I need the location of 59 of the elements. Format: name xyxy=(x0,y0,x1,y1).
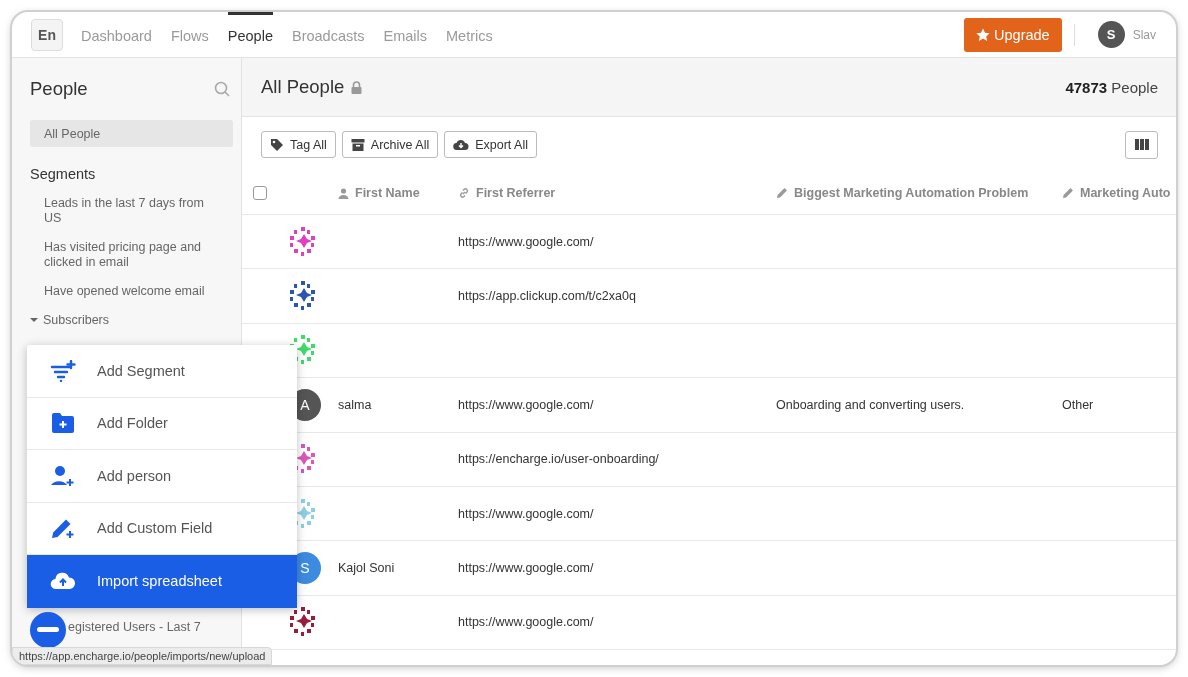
action-button[interactable]: Export All xyxy=(444,131,537,158)
menu-item[interactable]: Import spreadsheet xyxy=(27,555,297,608)
page-title: All People xyxy=(261,76,345,98)
person-add-icon xyxy=(50,464,76,487)
menu-item[interactable]: Add person xyxy=(27,450,297,503)
table-cell: https://encharge.io/user-onboarding/ xyxy=(458,452,659,467)
cloud-download-icon xyxy=(453,138,470,151)
table-cell: https://www.google.com/ xyxy=(458,234,594,249)
search-icon xyxy=(214,81,230,97)
table-cell: Kajol Soni xyxy=(338,561,395,576)
user-avatar[interactable]: S xyxy=(1097,21,1125,48)
menu-item[interactable]: Add Folder xyxy=(27,397,297,450)
table-cell: https://www.google.com/ xyxy=(458,506,594,521)
star-icon xyxy=(976,27,991,42)
people-count: 47873 People xyxy=(1065,78,1158,96)
upgrade-button[interactable]: Upgrade xyxy=(964,17,1062,52)
user-name[interactable]: Slav xyxy=(1132,27,1156,42)
minus-icon xyxy=(37,627,59,633)
filter-add-icon xyxy=(50,359,76,382)
cloud-upload-icon xyxy=(50,571,76,592)
table-cell: https://www.google.com/ xyxy=(458,615,594,630)
caret-down-icon xyxy=(30,316,38,324)
menu-item[interactable]: Add Segment xyxy=(27,345,297,398)
folder-add-icon xyxy=(50,412,76,435)
column-header[interactable]: Marketing Auto xyxy=(1055,186,1176,200)
segment-item[interactable]: Has visited pricing page and clicked in email xyxy=(30,240,233,270)
column-header[interactable]: First Name xyxy=(330,186,450,200)
table-cell: Onboarding and converting users. xyxy=(776,397,965,412)
nav-tab[interactable]: Dashboard xyxy=(81,12,152,57)
segment-item[interactable]: egistered Users - Last 7 xyxy=(68,620,201,634)
tag-icon xyxy=(270,137,284,152)
link-icon xyxy=(458,187,470,199)
nav-tab[interactable]: Metrics xyxy=(446,12,493,57)
logo[interactable]: En xyxy=(31,18,63,51)
column-header[interactable]: Biggest Marketing Automation Problem xyxy=(768,186,1055,200)
section-title: Segments xyxy=(30,166,97,182)
person-icon xyxy=(338,187,349,199)
table-cell: https://www.google.com/ xyxy=(458,397,594,412)
table-cell: Other xyxy=(1062,397,1094,412)
table-cell: https://www.google.com/ xyxy=(458,561,594,576)
nav-tab[interactable]: Broadcasts xyxy=(291,12,365,57)
segment-item[interactable]: Leads in the last 7 days from US xyxy=(30,196,233,226)
select-all-checkbox[interactable] xyxy=(253,186,267,200)
pencil-icon xyxy=(1062,187,1074,199)
action-button[interactable]: Archive All xyxy=(341,131,439,158)
table-cell: https://app.clickup.com/t/c2xa0q xyxy=(458,289,636,304)
sidebar-title: People xyxy=(30,78,88,100)
segment-item[interactable]: Have opened welcome email xyxy=(30,284,233,299)
columns-button[interactable] xyxy=(1125,130,1158,159)
table-cell: salma xyxy=(338,397,372,412)
nav-tab[interactable]: Emails xyxy=(383,12,428,57)
folder-item[interactable]: Subscribers xyxy=(30,313,233,327)
column-header[interactable]: First Referrer xyxy=(450,186,768,200)
url-tooltip: https://app.encharge.io/people/imports/new/upload xyxy=(12,647,273,665)
action-button[interactable]: Tag All xyxy=(261,131,336,158)
archive-icon xyxy=(350,137,365,152)
pencil-icon xyxy=(776,187,788,199)
columns-icon xyxy=(1134,139,1149,150)
sidebar-item[interactable]: All People xyxy=(30,120,233,147)
